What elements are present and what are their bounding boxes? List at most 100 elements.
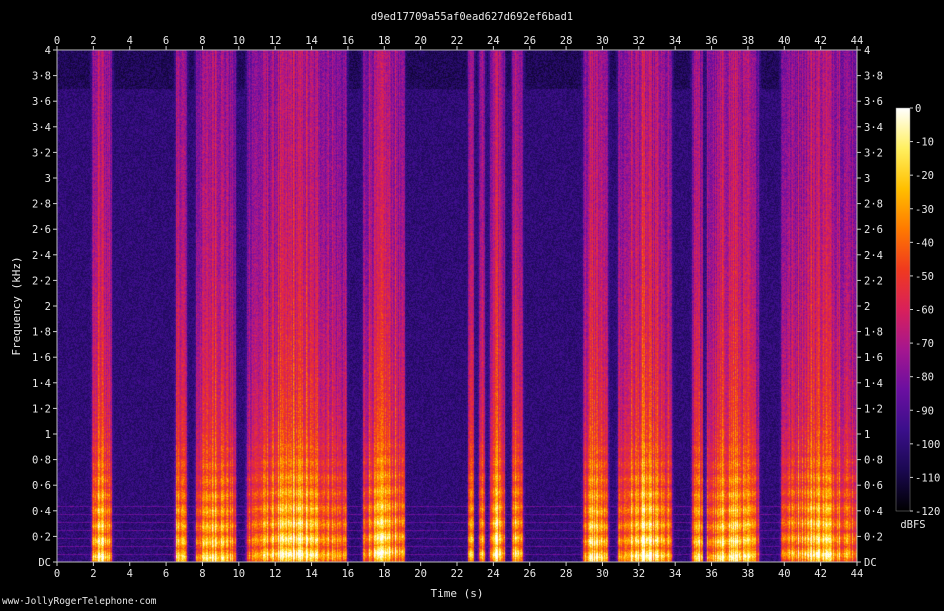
x-tick-label: 22 bbox=[451, 568, 464, 580]
y-tick-label: 3·4 bbox=[32, 122, 51, 134]
y-tick-label-right: 1·6 bbox=[864, 352, 883, 364]
colorbar-tick-label: -90 bbox=[915, 405, 934, 417]
x-tick-label: 12 bbox=[269, 568, 282, 580]
x-tick-label: 44 bbox=[851, 568, 864, 580]
x-tick-label: 20 bbox=[414, 568, 427, 580]
x-tick-label: 16 bbox=[342, 568, 355, 580]
x-tick-label-top: 12 bbox=[269, 35, 282, 47]
colorbar-tick-label: -70 bbox=[915, 338, 934, 350]
y-tick-label: 1 bbox=[45, 429, 51, 441]
x-tick-label: 32 bbox=[632, 568, 645, 580]
y-tick-label-right: 2·6 bbox=[864, 224, 883, 236]
y-tick-label: 3·2 bbox=[32, 147, 51, 159]
x-tick-label: 28 bbox=[560, 568, 573, 580]
y-tick-label-right: 2 bbox=[864, 301, 870, 313]
x-tick-label-top: 22 bbox=[451, 35, 464, 47]
y-tick-label: 1·8 bbox=[32, 327, 51, 339]
x-tick-label: 10 bbox=[232, 568, 245, 580]
y-tick-label-right: 1 bbox=[864, 429, 870, 441]
x-tick-label: 36 bbox=[705, 568, 718, 580]
x-tick-label-top: 26 bbox=[523, 35, 536, 47]
colorbar-tick-label: -30 bbox=[915, 204, 934, 216]
x-tick-label: 18 bbox=[378, 568, 391, 580]
y-tick-label: 2·2 bbox=[32, 275, 51, 287]
colorbar-tick-label: -110 bbox=[915, 472, 940, 484]
x-tick-label: 0 bbox=[54, 568, 60, 580]
y-tick-label: 1·4 bbox=[32, 378, 51, 390]
y-tick-label-right: 3·6 bbox=[864, 96, 883, 108]
x-tick-label-top: 2 bbox=[90, 35, 96, 47]
y-tick-label: 2·4 bbox=[32, 250, 51, 262]
colorbar-label: dBFS bbox=[900, 519, 925, 531]
y-tick-label-right: 4 bbox=[864, 45, 870, 57]
x-tick-label: 2 bbox=[90, 568, 96, 580]
x-tick-label-top: 0 bbox=[54, 35, 60, 47]
y-tick-label-right: 0·6 bbox=[864, 480, 883, 492]
x-tick-label-top: 44 bbox=[851, 35, 864, 47]
y-tick-label-right: 2·4 bbox=[864, 250, 883, 262]
y-tick-label-right: 2·8 bbox=[864, 199, 883, 211]
x-tick-label: 42 bbox=[814, 568, 827, 580]
y-tick-label: 4 bbox=[45, 45, 51, 57]
y-tick-label-right: 0·8 bbox=[864, 455, 883, 467]
y-tick-label: 0·6 bbox=[32, 480, 51, 492]
colorbar-gradient bbox=[895, 107, 911, 512]
y-tick-label-right: 0·4 bbox=[864, 506, 883, 518]
x-tick-label-top: 4 bbox=[127, 35, 133, 47]
spectrogram-image bbox=[57, 50, 857, 562]
y-tick-label-right: 1·4 bbox=[864, 378, 883, 390]
colorbar-tick-label: -10 bbox=[915, 137, 934, 149]
colorbar-tick-label: -120 bbox=[915, 506, 940, 518]
y-tick-label: 1·2 bbox=[32, 403, 51, 415]
x-tick-label-top: 28 bbox=[560, 35, 573, 47]
x-tick-label-top: 42 bbox=[814, 35, 827, 47]
y-tick-label-right: 1·8 bbox=[864, 327, 883, 339]
x-tick-label-top: 34 bbox=[669, 35, 682, 47]
chart-title: d9ed17709a55af0ead627d692ef6bad1 bbox=[371, 11, 573, 23]
x-tick-label-top: 6 bbox=[163, 35, 169, 47]
x-tick-label: 6 bbox=[163, 568, 169, 580]
colorbar-tick-label: 0 bbox=[915, 103, 921, 115]
y-tick-label-right: 3 bbox=[864, 173, 870, 185]
colorbar-tick-label: -40 bbox=[915, 237, 934, 249]
y-tick-label: 0·8 bbox=[32, 455, 51, 467]
y-tick-label-right: 0·2 bbox=[864, 531, 883, 543]
x-tick-label: 34 bbox=[669, 568, 682, 580]
footer-text: www·JollyRogerTelephone·com bbox=[2, 596, 157, 607]
x-tick-label-top: 10 bbox=[232, 35, 245, 47]
x-tick-label-top: 30 bbox=[596, 35, 609, 47]
x-tick-label-top: 18 bbox=[378, 35, 391, 47]
y-tick-label: 3 bbox=[45, 173, 51, 185]
x-tick-label: 24 bbox=[487, 568, 500, 580]
y-tick-label: 0·4 bbox=[32, 506, 51, 518]
colorbar-tick-label: -100 bbox=[915, 439, 940, 451]
colorbar-tick-label: -80 bbox=[915, 372, 934, 384]
x-axis-label: Time (s) bbox=[431, 587, 484, 600]
y-tick-label-right: 3·4 bbox=[864, 122, 883, 134]
x-tick-label-top: 36 bbox=[705, 35, 718, 47]
colorbar-tick-label: -20 bbox=[915, 170, 934, 182]
x-tick-label-top: 38 bbox=[742, 35, 755, 47]
y-tick-label: DC bbox=[38, 557, 51, 569]
spectrogram-chart: d9ed17709a55af0ead627d692ef6bad1 0022446… bbox=[10, 11, 940, 600]
x-tick-label: 26 bbox=[523, 568, 536, 580]
x-tick-label: 38 bbox=[742, 568, 755, 580]
spectrogram-plot-area bbox=[56, 49, 858, 563]
x-tick-label: 40 bbox=[778, 568, 791, 580]
y-tick-label-right: 1·2 bbox=[864, 403, 883, 415]
y-tick-label: 2·6 bbox=[32, 224, 51, 236]
x-tick-label: 30 bbox=[596, 568, 609, 580]
x-tick-label-top: 16 bbox=[342, 35, 355, 47]
y-tick-label: 0·2 bbox=[32, 531, 51, 543]
y-tick-label-right: 3·8 bbox=[864, 71, 883, 83]
x-tick-label-top: 24 bbox=[487, 35, 500, 47]
x-tick-label: 4 bbox=[127, 568, 133, 580]
y-tick-label: 3·8 bbox=[32, 71, 51, 83]
x-tick-label: 8 bbox=[199, 568, 205, 580]
y-tick-label: 2·8 bbox=[32, 199, 51, 211]
y-tick-label: 1·6 bbox=[32, 352, 51, 364]
x-tick-label-top: 32 bbox=[632, 35, 645, 47]
x-tick-label-top: 20 bbox=[414, 35, 427, 47]
y-tick-label: 3·6 bbox=[32, 96, 51, 108]
y-tick-label-right: 2·2 bbox=[864, 275, 883, 287]
